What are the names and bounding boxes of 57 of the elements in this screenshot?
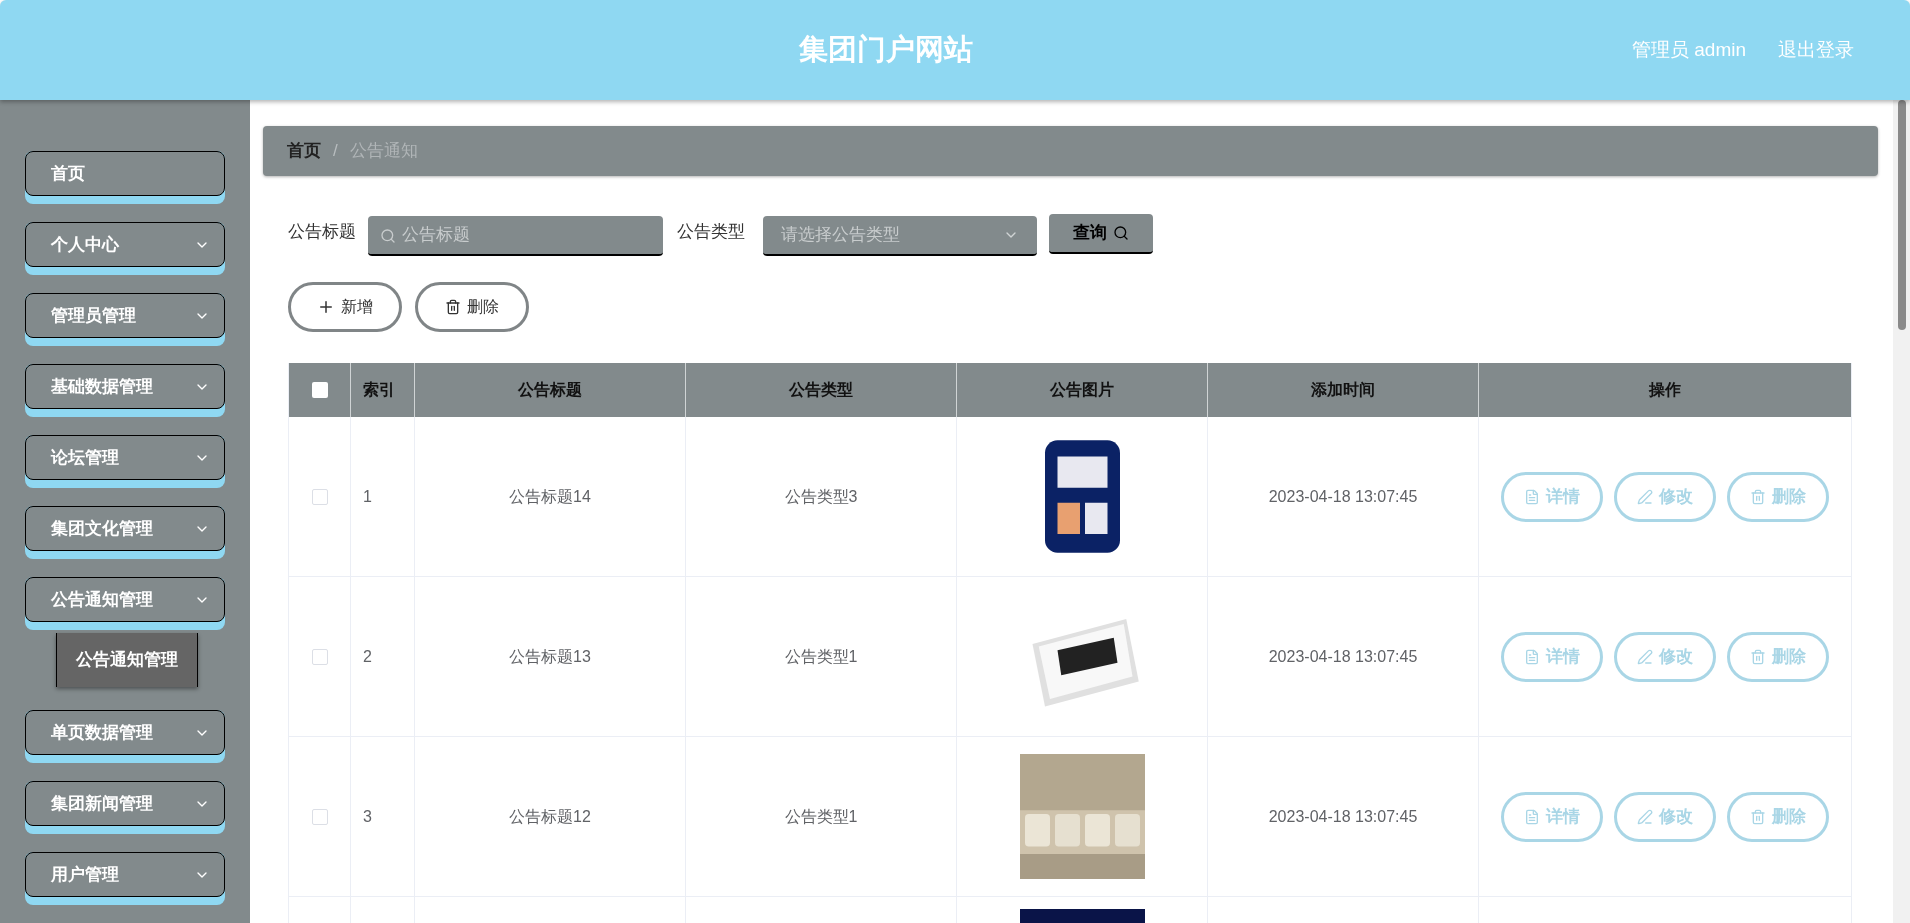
column-header: 操作 bbox=[1649, 380, 1681, 400]
trash-icon bbox=[1750, 808, 1766, 825]
row-checkbox[interactable] bbox=[311, 488, 328, 505]
table-cell-text: 3 bbox=[363, 806, 372, 827]
type-select[interactable]: 请选择公告类型 bbox=[763, 216, 1037, 256]
sidebar-item[interactable]: 管理员管理 bbox=[25, 293, 225, 338]
table-cell-text: 公告类型1 bbox=[784, 806, 858, 827]
add-button[interactable]: 新增 bbox=[288, 282, 402, 332]
sidebar-item[interactable]: 首页 bbox=[25, 151, 225, 196]
search-icon bbox=[380, 228, 396, 244]
column-header: 公告图片 bbox=[1050, 380, 1114, 400]
pen-icon bbox=[1637, 488, 1653, 505]
table-cell-text: 2023-04-18 13:07:45 bbox=[1268, 486, 1418, 507]
document-icon bbox=[1524, 488, 1540, 505]
column-header: 添加时间 bbox=[1311, 380, 1375, 400]
sidebar-item[interactable]: 论坛管理 bbox=[25, 435, 225, 480]
table-cell-text: 公告类型3 bbox=[784, 486, 858, 507]
pen-icon bbox=[1637, 648, 1653, 665]
column-header: 公告类型 bbox=[789, 380, 853, 400]
plus-icon bbox=[317, 298, 335, 316]
sidebar-item[interactable]: 公告通知管理 bbox=[25, 577, 225, 622]
submenu-item[interactable]: 公告通知管理 bbox=[56, 633, 198, 687]
table-cell-text: 2023-04-18 13:07:45 bbox=[1268, 646, 1418, 667]
delete-button[interactable]: 删除 bbox=[415, 282, 529, 332]
field-label: 公告标题 bbox=[288, 221, 356, 244]
table-cell-text: 2023-04-18 13:07:45 bbox=[1268, 806, 1418, 827]
search-field[interactable]: 公告标题 bbox=[368, 216, 663, 256]
table-cell-text: 2 bbox=[363, 646, 372, 667]
user-name: 管理员 admin bbox=[1631, 37, 1746, 62]
sidebar-item[interactable]: 单页数据管理 bbox=[25, 710, 225, 755]
table-cell-text: 公告标题13 bbox=[509, 646, 591, 667]
column-header: 索引 bbox=[363, 380, 395, 400]
query-button[interactable]: 查询 bbox=[1049, 214, 1153, 254]
sidebar-item[interactable]: 集团新闻管理 bbox=[25, 781, 225, 826]
table-cell-text: 公告标题14 bbox=[509, 486, 591, 507]
row-checkbox[interactable] bbox=[311, 648, 328, 665]
row-checkbox[interactable] bbox=[311, 808, 328, 825]
search-icon bbox=[1113, 225, 1129, 241]
field-label: 公告类型 bbox=[677, 221, 745, 244]
pen-icon bbox=[1637, 808, 1653, 825]
breadcrumb-separator: / bbox=[333, 140, 338, 163]
table-cell-text: 公告类型1 bbox=[784, 646, 858, 667]
document-icon bbox=[1524, 808, 1540, 825]
sidebar-item[interactable]: 用户管理 bbox=[25, 852, 225, 897]
site-title: 集团门户网站 bbox=[799, 32, 973, 68]
column-header: 公告标题 bbox=[518, 380, 582, 400]
document-icon bbox=[1524, 648, 1540, 665]
select-all-checkbox[interactable] bbox=[311, 382, 328, 398]
table-cell-text: 1 bbox=[363, 486, 372, 507]
sidebar-item[interactable]: 个人中心 bbox=[25, 222, 225, 267]
sidebar-item[interactable]: 基础数据管理 bbox=[25, 364, 225, 409]
trash-icon bbox=[1750, 648, 1766, 665]
trash-icon bbox=[1750, 488, 1766, 505]
trash-icon bbox=[445, 299, 461, 315]
breadcrumb-link[interactable]: 首页 bbox=[287, 138, 321, 164]
sidebar-item[interactable]: 集团文化管理 bbox=[25, 506, 225, 551]
table-cell-text: 公告标题12 bbox=[509, 806, 591, 827]
